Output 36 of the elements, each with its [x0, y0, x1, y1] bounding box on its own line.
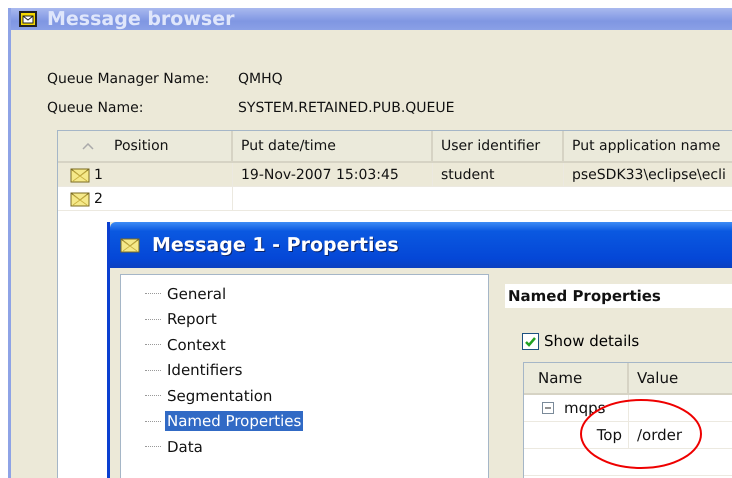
collapse-icon[interactable]: [542, 402, 554, 414]
column-header[interactable]: Value: [629, 363, 732, 393]
column-header[interactable]: Put date/time: [233, 131, 433, 161]
tree-item[interactable]: Context: [165, 334, 228, 355]
column-header[interactable]: Put application name: [564, 131, 732, 161]
table-cell: Top: [524, 422, 629, 448]
field-label: Queue Manager Name:: [47, 70, 210, 86]
dialog-title: Message 1 - Properties: [152, 234, 399, 256]
column-header[interactable]: Name: [524, 363, 629, 393]
tree-item[interactable]: Data: [165, 436, 205, 457]
message-icon: [70, 190, 92, 208]
tree-item[interactable]: Segmentation: [165, 386, 274, 406]
column-header[interactable]: Position: [58, 131, 233, 161]
checkbox-label: Show details: [544, 332, 640, 350]
table-cell: student: [433, 163, 564, 186]
table-row[interactable]: 2: [58, 187, 732, 211]
table-cell: /order: [629, 422, 732, 448]
tree-item[interactable]: Report: [165, 309, 219, 330]
field-value: SYSTEM.RETAINED.PUB.QUEUE: [238, 100, 456, 116]
table-cell: 2: [58, 187, 233, 210]
table-cell: pseSDK33\eclipse\ecli: [564, 163, 732, 186]
tree-item[interactable]: Named Properties: [165, 411, 304, 432]
window-title: Message browser: [47, 8, 234, 30]
checkbox[interactable]: [522, 332, 539, 350]
field-value: QMHQ: [238, 70, 284, 86]
column-header[interactable]: User identifier: [433, 131, 564, 161]
envelope-icon: [19, 11, 37, 27]
tree-item[interactable]: General: [165, 284, 228, 304]
field-label: Queue Name:: [47, 100, 144, 116]
tree-item[interactable]: Identifiers: [165, 360, 244, 380]
page-title: Named Properties: [505, 284, 732, 308]
table-cell: 19-Nov-2007 15:03:45: [233, 163, 433, 186]
message-icon: [120, 236, 142, 254]
message-icon: [70, 166, 92, 184]
table-row[interactable]: 1 19-Nov-2007 15:03:45 student pseSDK33\eclipse\ecli: [58, 163, 732, 187]
table-cell: 1: [58, 163, 233, 186]
